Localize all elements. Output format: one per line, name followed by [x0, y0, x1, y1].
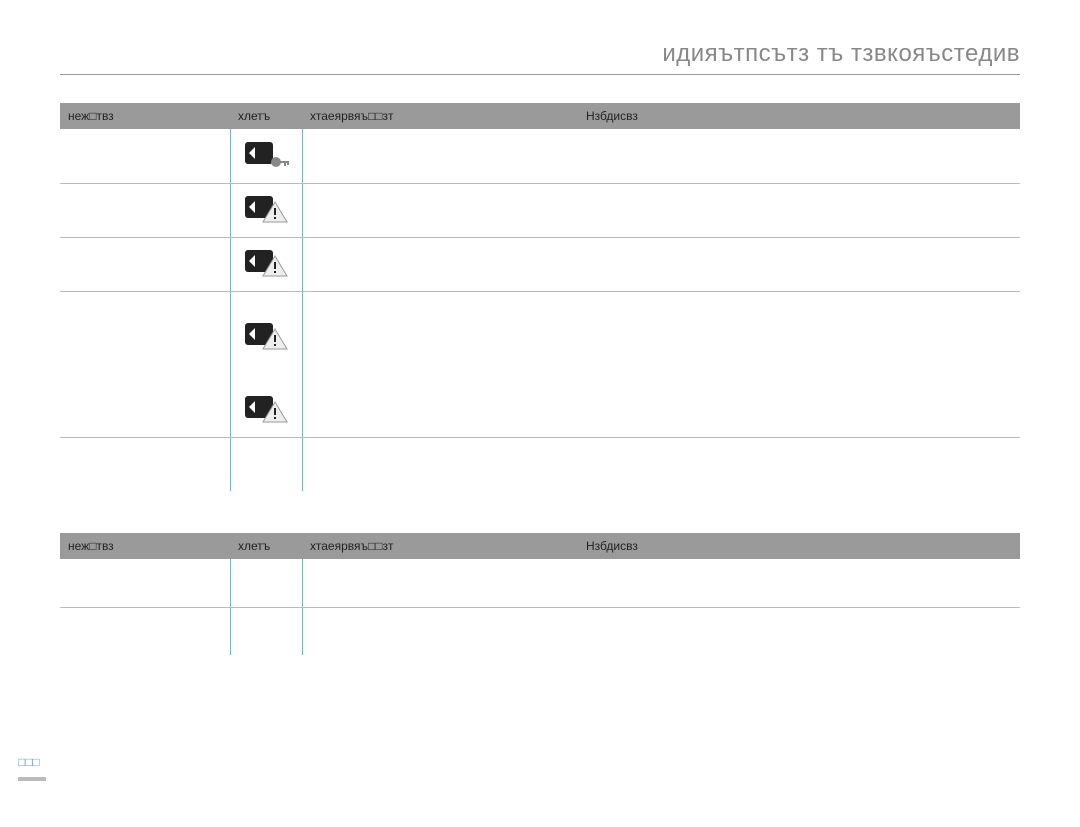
cell-problem [60, 607, 230, 655]
col-header-2: хлетъ [230, 103, 302, 129]
cell-solution [578, 291, 1020, 383]
cell-solution [578, 559, 1020, 607]
cell-problem [60, 237, 230, 291]
card-warn-icon [243, 321, 289, 353]
cell-cause [302, 183, 578, 237]
cell-solution [578, 237, 1020, 291]
cell-icon [230, 383, 302, 437]
table-row [60, 383, 1020, 437]
cell-solution [578, 129, 1020, 183]
card-key-icon [243, 140, 289, 172]
cell-cause [302, 291, 578, 383]
cell-problem [60, 383, 230, 437]
cell-cause [302, 559, 578, 607]
cell-solution [578, 437, 1020, 491]
cell-solution [578, 183, 1020, 237]
footer-accent [18, 777, 46, 781]
card-warn-icon [243, 248, 289, 280]
cell-icon [230, 607, 302, 655]
cell-problem [60, 129, 230, 183]
cell-icon [230, 129, 302, 183]
cell-problem [60, 291, 230, 383]
cell-icon [230, 291, 302, 383]
col-header-4b: Нзбдисвз [578, 533, 1020, 559]
col-header-3: хтаеярвяъ□□зт [302, 103, 578, 129]
table-row [60, 183, 1020, 237]
table-row [60, 437, 1020, 491]
col-header-1: неж□твз [60, 103, 230, 129]
cell-icon [230, 183, 302, 237]
page-title: идияътпсътз тъ тзвкояъстедив [60, 40, 1020, 75]
card-warn-icon [243, 394, 289, 426]
table-1: неж□твз хлетъ хтаеярвяъ□□зт Нзбдисвз [60, 103, 1020, 491]
cell-problem [60, 183, 230, 237]
table-row [60, 237, 1020, 291]
cell-cause [302, 437, 578, 491]
cell-icon [230, 437, 302, 491]
table-row [60, 129, 1020, 183]
col-header-2b: хлетъ [230, 533, 302, 559]
cell-cause [302, 383, 578, 437]
table-row [60, 291, 1020, 383]
table-row [60, 607, 1020, 655]
cell-problem [60, 437, 230, 491]
col-header-3b: хтаеярвяъ□□зт [302, 533, 578, 559]
cell-cause [302, 607, 578, 655]
table-2: неж□твз хлетъ хтаеярвяъ□□зт Нзбдисвз [60, 533, 1020, 655]
col-header-4: Нзбдисвз [578, 103, 1020, 129]
cell-solution [578, 383, 1020, 437]
page-number: □□□ [18, 755, 40, 769]
col-header-1b: неж□твз [60, 533, 230, 559]
cell-cause [302, 237, 578, 291]
table-row [60, 559, 1020, 607]
cell-solution [578, 607, 1020, 655]
cell-icon [230, 237, 302, 291]
cell-icon [230, 559, 302, 607]
card-warn-icon [243, 194, 289, 226]
cell-cause [302, 129, 578, 183]
cell-problem [60, 559, 230, 607]
